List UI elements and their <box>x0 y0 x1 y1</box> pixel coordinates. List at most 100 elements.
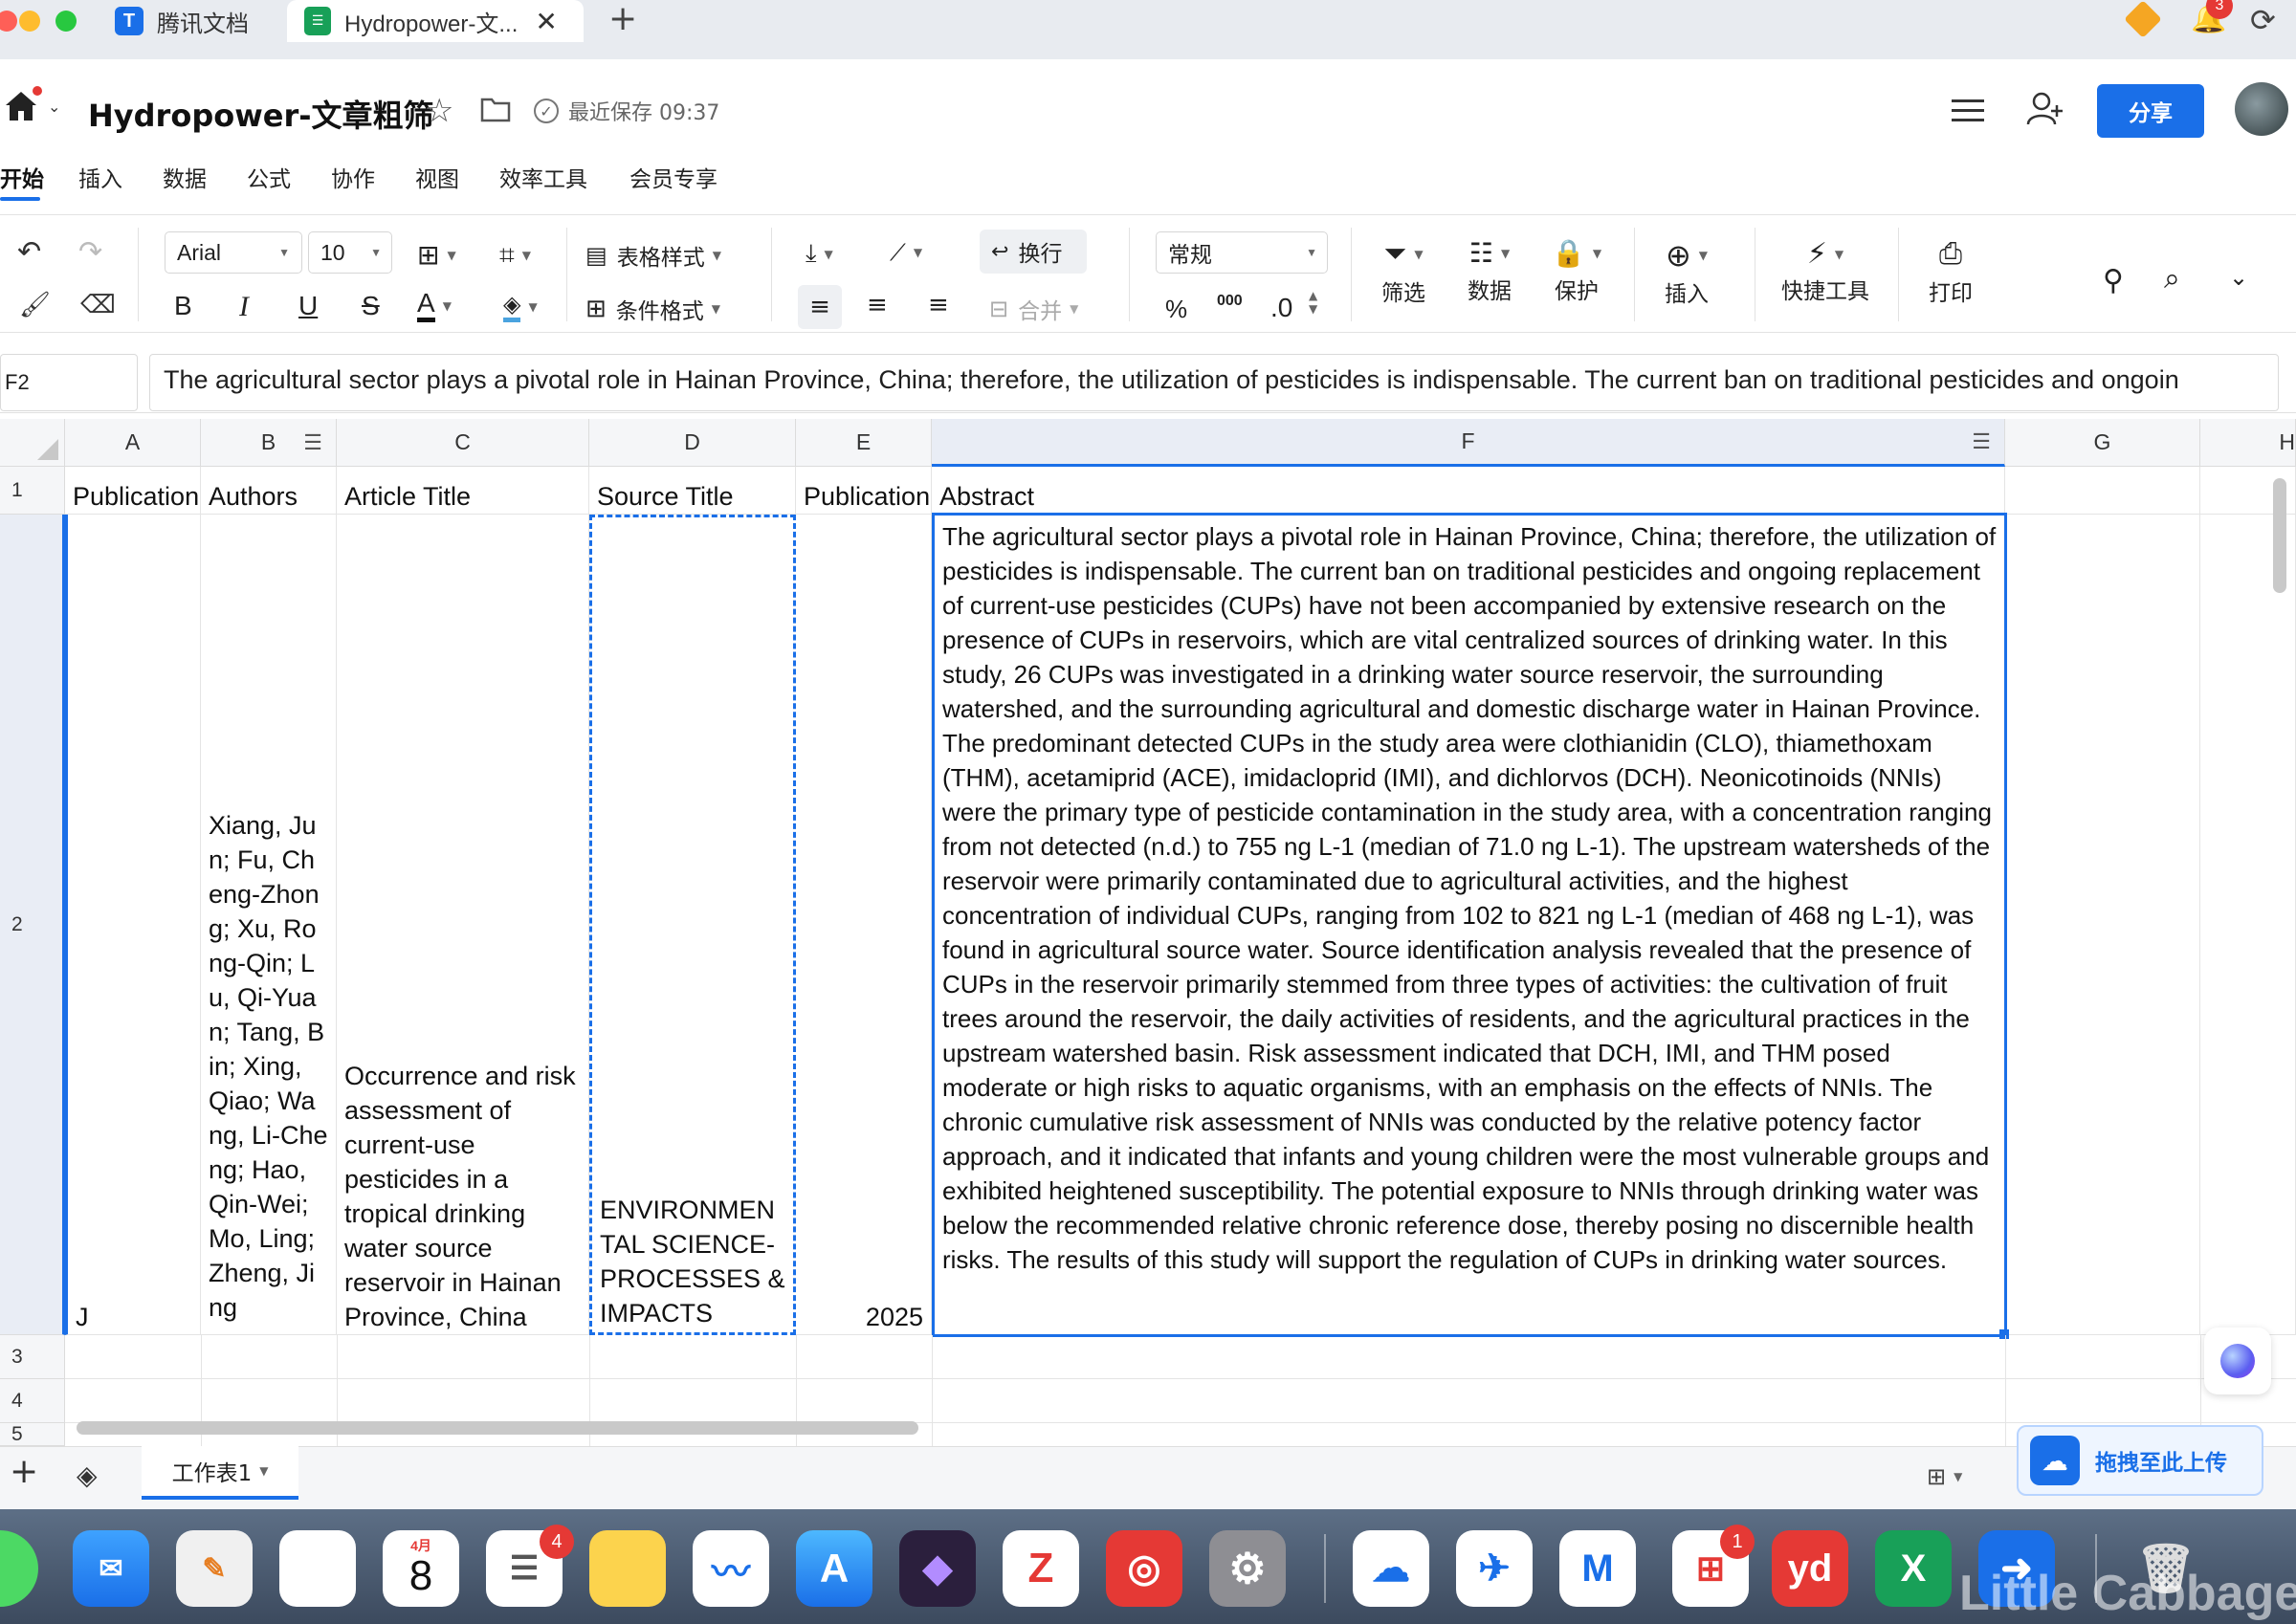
cell-b1[interactable]: Authors <box>201 467 337 515</box>
youdao-app-icon[interactable]: yd <box>1772 1530 1848 1607</box>
system-settings-app-icon[interactable]: ⚙ <box>1209 1530 1286 1607</box>
borders-button[interactable]: ⊞ ▼ <box>417 239 456 271</box>
column-header-a[interactable]: A <box>65 419 201 467</box>
zotero-app-icon[interactable]: Z <box>1003 1530 1079 1607</box>
row-header-2[interactable]: 2 <box>0 515 65 1335</box>
collapse-toolbar-icon[interactable]: ⌄ <box>2229 264 2248 291</box>
cell-h2[interactable] <box>2200 515 2296 1335</box>
cell-reference-box[interactable]: F2 <box>0 354 138 411</box>
formula-input[interactable]: The agricultural sector plays a pivotal … <box>149 354 2279 411</box>
menu-data[interactable]: 数据 <box>163 161 207 193</box>
column-header-e[interactable]: E <box>796 419 932 467</box>
text-rotation-button[interactable]: ⟋ ▼ <box>890 239 922 266</box>
menu-member[interactable]: 会员专享 <box>629 161 718 193</box>
menu-formula[interactable]: 公式 <box>247 161 291 193</box>
protect-button[interactable]: 🔒 ▼ 保护 <box>1552 237 1601 305</box>
thousands-separator-button[interactable]: 000 <box>1217 293 1243 310</box>
cell-a2[interactable]: J <box>65 515 201 1335</box>
table-style-button[interactable]: ▤ 表格样式 ▼ <box>585 239 721 272</box>
cell-c1[interactable]: Article Title <box>337 467 589 515</box>
row-header-3[interactable]: 3 <box>0 1335 65 1379</box>
italic-button[interactable]: I <box>239 291 249 323</box>
add-sheet-icon[interactable]: + <box>10 1452 38 1491</box>
refresh-icon[interactable]: ⟳ <box>2250 2 2276 38</box>
drag-upload-button[interactable]: ☁ 拖拽至此上传 <box>2017 1425 2263 1496</box>
cell-d1[interactable]: Source Title <box>589 467 796 515</box>
column-header-c[interactable]: C <box>337 419 589 467</box>
column-header-f[interactable]: F ☰ <box>932 419 2005 467</box>
app-store-icon[interactable]: A <box>796 1530 872 1607</box>
hamburger-menu-icon[interactable] <box>1952 98 1984 124</box>
cell-e1[interactable]: Publication <box>796 467 932 515</box>
cell-c2[interactable]: Occurrence and risk assessment of curren… <box>337 515 589 1335</box>
calendar-app-icon[interactable]: 4月 8 <box>383 1530 459 1607</box>
view-mode-button[interactable]: ⊞ ▼ <box>1927 1463 1962 1490</box>
bold-button[interactable]: B <box>174 291 192 321</box>
ai-assistant-button[interactable] <box>2204 1328 2271 1394</box>
vertical-scrollbar[interactable] <box>2273 478 2286 593</box>
merge-cells-button[interactable]: ⊟ 合并 ▼ <box>989 293 1078 325</box>
vertical-align-button[interactable]: ⤓ ▼ <box>806 239 833 269</box>
row-header-5[interactable]: 5 <box>0 1423 65 1446</box>
home-menu[interactable]: ⌄ <box>4 90 60 122</box>
freeform-app-icon[interactable]: 〰 <box>693 1530 769 1607</box>
underline-button[interactable]: U <box>298 291 318 321</box>
insert-button[interactable]: ⊕ ▼ 插入 <box>1665 237 1709 308</box>
filter-button[interactable]: ⏷ ▼ 筛选 <box>1381 237 1425 307</box>
photos-app-icon[interactable]: ✿ <box>279 1530 356 1607</box>
menu-collaborate[interactable]: 协作 <box>331 161 375 193</box>
gmail-app-icon[interactable]: M <box>1559 1530 1636 1607</box>
fill-color-button[interactable]: ◈ ▼ <box>503 291 538 322</box>
freeze-button[interactable]: ⌗ ▼ <box>499 239 531 272</box>
cell-f2-selected[interactable]: The agricultural sector plays a pivotal … <box>932 513 2007 1337</box>
zoom-window-button[interactable] <box>55 11 77 32</box>
close-window-button[interactable] <box>0 11 17 32</box>
avatar[interactable] <box>2235 82 2288 136</box>
netease-music-app-icon[interactable]: ◎ <box>1106 1530 1182 1607</box>
decimal-stepper-icon[interactable]: ▲ ▼ <box>1309 289 1317 316</box>
minimize-window-button[interactable] <box>19 11 40 32</box>
cell-f1[interactable]: Abstract <box>932 467 2005 515</box>
horizontal-scrollbar[interactable] <box>77 1421 918 1435</box>
wrap-text-button[interactable]: ↩ 换行 <box>980 230 1087 274</box>
new-tab-icon[interactable]: + <box>608 0 637 38</box>
row-3-cells[interactable] <box>65 1335 2296 1379</box>
folder-icon[interactable] <box>480 96 511 122</box>
menu-view[interactable]: 视图 <box>415 161 459 193</box>
cell-a1[interactable]: Publication <box>65 467 201 515</box>
align-left-button[interactable]: ≡ <box>798 285 842 329</box>
search-icon[interactable]: ⌕ <box>2164 262 2180 296</box>
notes-app-icon[interactable] <box>589 1530 666 1607</box>
quick-tools-button[interactable]: ⚡ ▼ 快捷工具 <box>1781 237 1869 305</box>
tab-tencent-docs[interactable]: T 腾讯文档 <box>115 0 249 42</box>
close-tab-icon[interactable]: ✕ <box>535 6 557 37</box>
filter-lines-icon[interactable]: ☰ <box>303 430 322 455</box>
print-button[interactable]: ⎙ 打印 <box>1929 237 1973 307</box>
conditional-format-button[interactable]: ⊞ 条件格式 ▼ <box>585 293 720 325</box>
menu-efficiency-tools[interactable]: 效率工具 <box>499 161 587 193</box>
row-header-4[interactable]: 4 <box>0 1379 65 1423</box>
clear-format-icon[interactable]: ⌫ <box>80 291 116 319</box>
align-center-icon[interactable]: ≡ <box>867 291 888 319</box>
cell-d2[interactable]: ENVIRONMENTAL SCIENCE-PROCESSES & IMPACT… <box>589 515 796 1335</box>
number-format-select[interactable]: 常规 ▼ <box>1156 231 1328 274</box>
undo-icon[interactable]: ↶ <box>17 235 41 269</box>
data-button[interactable]: ☷ ▼ 数据 <box>1468 237 1512 305</box>
percent-button[interactable]: % <box>1165 295 1187 324</box>
column-header-b[interactable]: B ☰ <box>201 419 337 467</box>
format-painter-icon[interactable]: 🖌 <box>19 291 51 319</box>
menu-start[interactable]: 开始 <box>0 161 44 193</box>
column-header-d[interactable]: D <box>589 419 796 467</box>
doc-title[interactable]: Hydropower-文章粗筛 <box>88 92 434 136</box>
share-button[interactable]: 分享 <box>2097 84 2204 138</box>
row-header-1[interactable]: 1 <box>0 467 65 515</box>
redo-icon[interactable]: ↷ <box>78 235 102 269</box>
excel-app-icon[interactable]: X <box>1875 1530 1952 1607</box>
column-header-h[interactable]: H <box>2200 419 2296 467</box>
cell-g2[interactable] <box>2009 515 2200 1335</box>
cell-b2[interactable]: Xiang, Jun; Fu, Cheng-Zhong; Xu, Rong-Qi… <box>201 515 337 1335</box>
cell-g1[interactable] <box>2005 467 2200 515</box>
premium-diamond-icon[interactable] <box>2124 0 2162 38</box>
obsidian-app-icon[interactable]: ◆ <box>899 1530 976 1607</box>
tab-hydropower[interactable]: ☰ Hydropower-文... ✕ <box>287 0 584 42</box>
